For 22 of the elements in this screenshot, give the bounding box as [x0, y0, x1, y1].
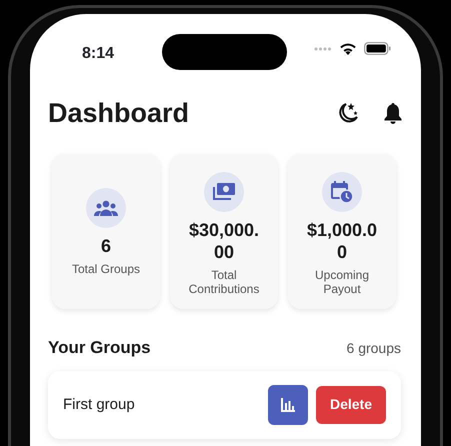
- page-title: Dashboard: [48, 97, 190, 130]
- group-count: 6 groups: [346, 338, 401, 358]
- people-icon: [94, 200, 118, 216]
- stats-button[interactable]: [268, 384, 308, 425]
- stat-value: 6: [100, 236, 111, 258]
- bell-icon[interactable]: [383, 102, 403, 124]
- calendar-clock-icon: [331, 181, 353, 204]
- stat-value: $30,000.00: [188, 220, 260, 264]
- moon-stars-icon[interactable]: [337, 102, 359, 124]
- bar-chart-icon: [280, 398, 295, 412]
- stat-label: Upcoming Payout: [314, 268, 370, 296]
- status-time: 8:14: [82, 44, 116, 64]
- signal-icon: [314, 46, 332, 50]
- section-title: Your Groups: [48, 337, 151, 360]
- group-name: First group: [63, 394, 135, 415]
- battery-icon: [364, 42, 391, 55]
- wifi-icon: [340, 42, 356, 54]
- money-icon: [212, 182, 236, 202]
- stat-label: Total Contributions: [188, 268, 260, 296]
- stat-label: Total Groups: [72, 262, 140, 276]
- stat-value: $1,000.00: [306, 220, 378, 264]
- delete-button[interactable]: Delete: [316, 386, 386, 424]
